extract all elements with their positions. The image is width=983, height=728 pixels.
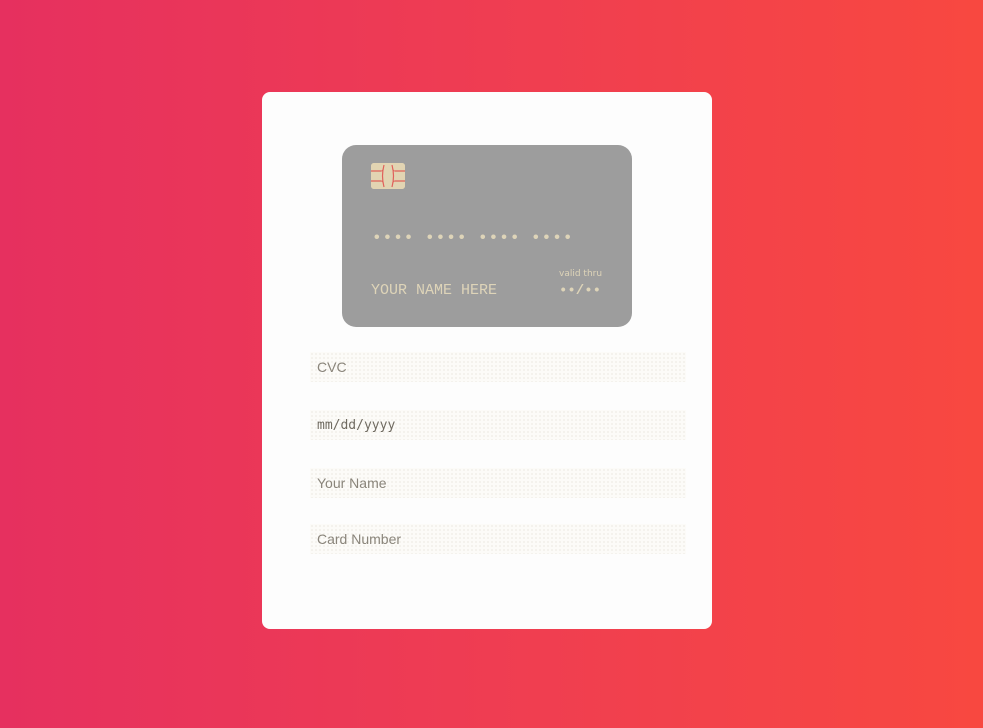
credit-card-preview: •••• •••• •••• •••• YOUR NAME HERE valid…	[342, 145, 632, 327]
valid-thru-label: valid thru	[559, 269, 603, 279]
card-number-display: •••• •••• •••• ••••	[372, 229, 574, 247]
card-expiry-display: ••/••	[559, 283, 602, 299]
cvc-input[interactable]	[310, 352, 686, 382]
expiry-date-input[interactable]	[310, 410, 686, 440]
card-number-input[interactable]	[310, 524, 686, 554]
payment-form-panel: •••• •••• •••• •••• YOUR NAME HERE valid…	[262, 92, 712, 629]
name-input[interactable]	[310, 468, 686, 498]
card-chip-icon	[371, 163, 405, 189]
card-holder-display: YOUR NAME HERE	[371, 282, 498, 299]
